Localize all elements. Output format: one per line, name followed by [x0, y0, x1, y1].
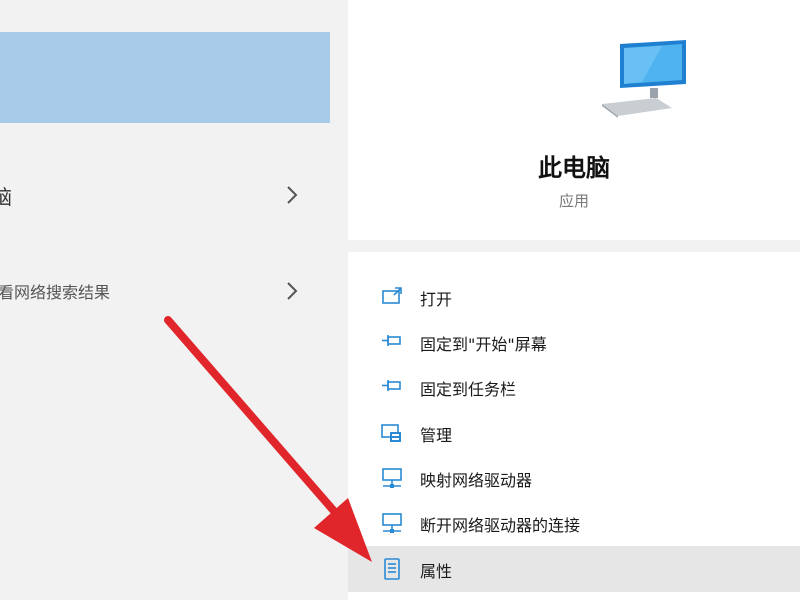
card-gap [348, 240, 800, 252]
action-manage[interactable]: 管理 [348, 410, 800, 456]
result-item-web-search[interactable]: 看网络搜索结果 [0, 266, 330, 316]
pane-divider [338, 0, 348, 600]
action-label: 管理 [420, 426, 453, 445]
app-preview-card: 此电脑 应用 [348, 0, 800, 240]
network-drive-icon [382, 468, 402, 488]
action-label: 固定到"开始"屏幕 [420, 335, 547, 354]
app-type-label: 应用 [558, 192, 589, 210]
search-results-pane: 脑 看网络搜索结果 [0, 0, 338, 600]
network-drive-icon [382, 513, 402, 533]
action-disconnect-network-drive[interactable]: 断开网络驱动器的连接 [348, 500, 800, 546]
this-pc-monitor-icon [602, 40, 686, 118]
action-open[interactable]: 打开 [348, 274, 800, 320]
action-label: 固定到任务栏 [420, 380, 517, 399]
result-item-label: 看网络搜索结果 [0, 283, 111, 302]
app-actions-list: 打开 固定到"开始"屏幕 固定到任务栏 管理 映射网络驱动器 断开网络驱动器的连… [348, 252, 800, 600]
pin-icon [382, 380, 401, 391]
best-match-result[interactable] [0, 32, 330, 123]
result-item-label: 脑 [0, 184, 12, 209]
action-pin-to-taskbar[interactable]: 固定到任务栏 [348, 364, 800, 410]
properties-icon [384, 558, 400, 580]
result-item-app[interactable]: 脑 [0, 170, 330, 220]
action-label: 映射网络驱动器 [420, 471, 533, 490]
chevron-right-icon[interactable] [282, 184, 302, 206]
action-map-network-drive[interactable]: 映射网络驱动器 [348, 455, 800, 501]
action-pin-to-start[interactable]: 固定到"开始"屏幕 [348, 319, 800, 365]
manage-icon [381, 424, 401, 442]
action-properties[interactable]: 属性 [348, 546, 800, 592]
action-label: 属性 [420, 562, 453, 581]
chevron-right-icon[interactable] [282, 280, 302, 302]
pin-icon [382, 335, 401, 346]
app-title: 此电脑 [538, 154, 610, 182]
open-icon [382, 287, 402, 304]
action-label: 打开 [420, 290, 453, 309]
action-label: 断开网络驱动器的连接 [420, 516, 581, 535]
